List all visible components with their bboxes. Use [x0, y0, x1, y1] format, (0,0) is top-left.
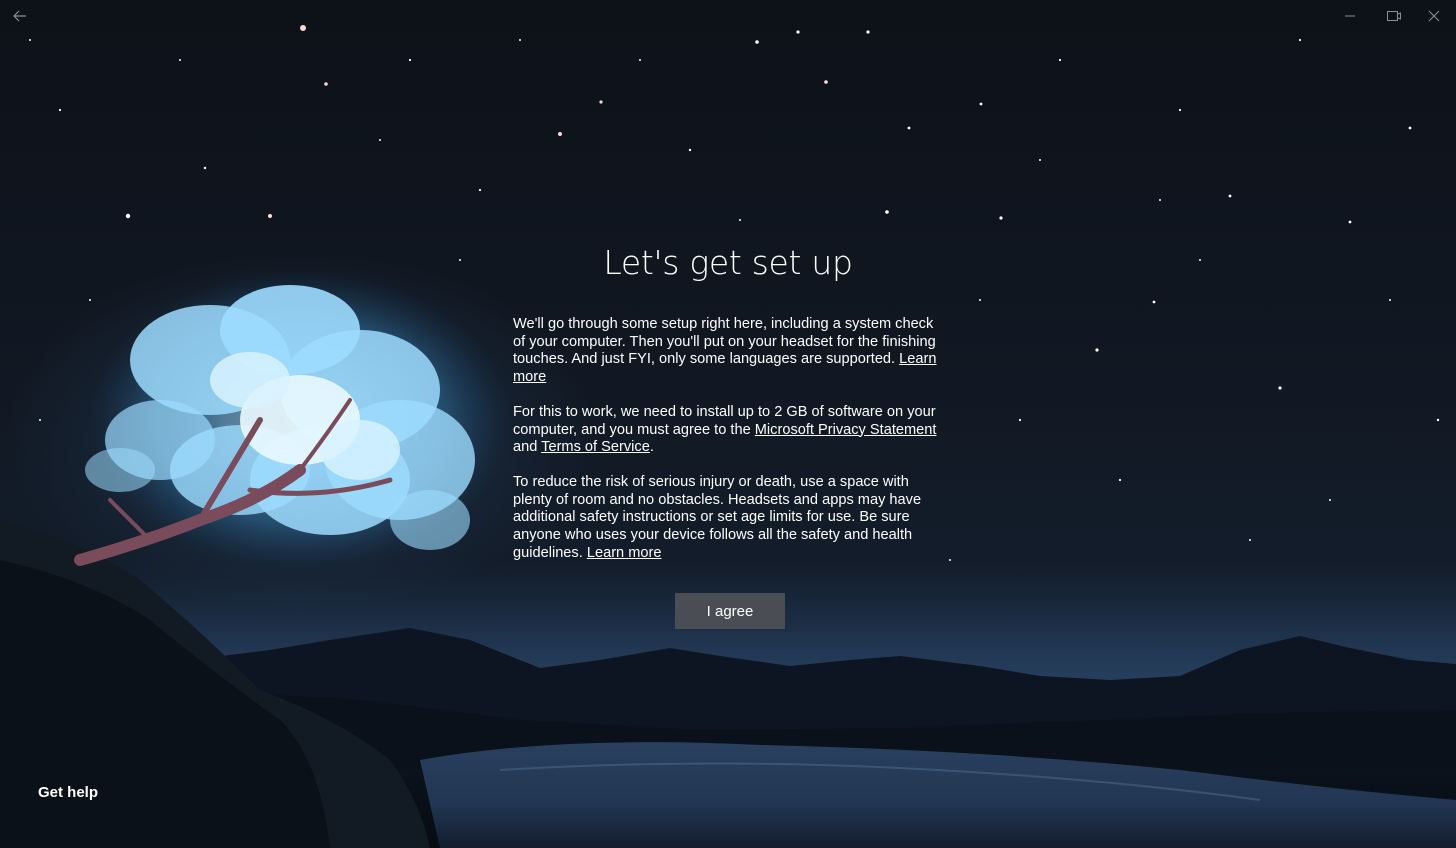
software-agreement-paragraph: For this to work, we need to install up … — [513, 404, 943, 457]
minimize-icon — [1345, 15, 1355, 17]
setup-content: Let's get set up We'll go through some s… — [513, 240, 943, 630]
setup-intro-paragraph: We'll go through some setup right here, … — [513, 316, 943, 387]
period-text: . — [649, 439, 654, 456]
setup-screen: Let's get set up We'll go through some s… — [0, 0, 1456, 848]
and-text: and — [513, 439, 538, 456]
close-icon — [1428, 10, 1440, 22]
terms-of-service-link[interactable]: Terms of Service — [541, 439, 650, 455]
maximize-button[interactable] — [1382, 4, 1406, 28]
maximize-icon — [1387, 11, 1401, 21]
back-button[interactable] — [8, 4, 32, 28]
arrow-left-icon — [13, 10, 26, 22]
safety-text: To reduce the risk of serious injury or … — [513, 473, 922, 561]
privacy-statement-link[interactable]: Microsoft Privacy Statement — [755, 422, 937, 438]
safety-learn-more-link[interactable]: Learn more — [587, 545, 662, 561]
agree-button-container: I agree — [513, 593, 943, 630]
setup-intro-text: We'll go through some setup right here, … — [513, 316, 936, 368]
get-help-link[interactable]: Get help — [38, 784, 98, 801]
i-agree-button[interactable]: I agree — [675, 593, 785, 630]
minimize-button[interactable] — [1338, 4, 1362, 28]
close-button[interactable] — [1422, 4, 1446, 28]
title-bar — [0, 0, 1456, 32]
page-title: Let's get set up — [603, 243, 853, 282]
safety-paragraph: To reduce the risk of serious injury or … — [513, 474, 943, 563]
